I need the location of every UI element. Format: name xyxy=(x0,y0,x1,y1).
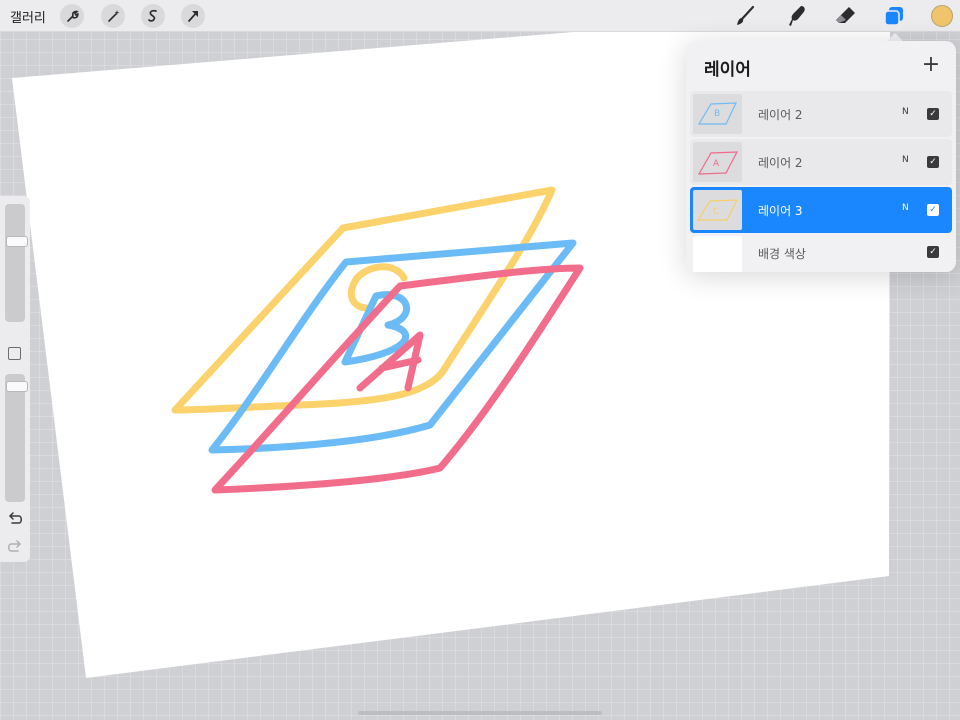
brush-size-handle[interactable] xyxy=(6,236,28,247)
layer-name: 배경 색상 xyxy=(758,247,806,261)
transform-arrow-icon[interactable] xyxy=(180,3,206,29)
layer-thumbnail: C xyxy=(693,190,742,230)
opacity-handle[interactable] xyxy=(6,381,28,392)
visibility-checkbox[interactable]: ✓ xyxy=(927,204,939,216)
visibility-checkbox[interactable]: ✓ xyxy=(927,156,939,168)
wrench-icon[interactable] xyxy=(59,3,85,29)
modify-button[interactable] xyxy=(8,347,21,360)
background-color-swatch[interactable] xyxy=(693,236,742,272)
layer-name: 레이어 2 xyxy=(758,108,803,122)
top-toolbar: 갤러리 xyxy=(0,0,960,32)
add-layer-button[interactable]: + xyxy=(920,54,942,77)
layers-panel: 레이어 + B 레이어 2 N ✓ A 레이어 2 N ✓ C 레이어 3 N … xyxy=(686,41,956,272)
visibility-checkbox[interactable]: ✓ xyxy=(927,108,939,120)
selection-icon[interactable] xyxy=(140,3,166,29)
visibility-checkbox[interactable]: ✓ xyxy=(927,246,939,258)
layer-name: 레이어 2 xyxy=(758,156,803,170)
blend-mode-button[interactable]: N xyxy=(902,155,909,165)
svg-text:C: C xyxy=(713,207,719,217)
smudge-icon[interactable] xyxy=(783,2,811,30)
brush-size-slider[interactable] xyxy=(5,204,28,322)
brush-icon[interactable] xyxy=(731,2,759,30)
blend-mode-button[interactable]: N xyxy=(902,203,909,213)
layer-thumbnail: A xyxy=(693,142,742,182)
layers-title: 레이어 xyxy=(704,60,751,80)
opacity-slider[interactable] xyxy=(5,374,28,502)
layer-row-b[interactable]: B 레이어 2 N ✓ xyxy=(690,91,952,137)
magic-wand-icon[interactable] xyxy=(100,3,126,29)
svg-text:B: B xyxy=(714,109,720,119)
gallery-button[interactable]: 갤러리 xyxy=(10,7,46,26)
layer-row-a[interactable]: A 레이어 2 N ✓ xyxy=(690,139,952,185)
layers-icon[interactable] xyxy=(880,2,908,30)
home-indicator xyxy=(358,711,602,715)
svg-text:A: A xyxy=(713,159,720,169)
eraser-icon[interactable] xyxy=(831,2,859,30)
undo-icon[interactable] xyxy=(5,510,25,528)
layer-thumbnail: B xyxy=(693,94,742,134)
redo-icon[interactable] xyxy=(5,538,25,556)
color-picker-button[interactable] xyxy=(931,5,953,27)
background-color-layer[interactable]: 배경 색상 ✓ xyxy=(690,233,952,272)
layer-row-c-selected[interactable]: C 레이어 3 N ✓ xyxy=(690,187,952,233)
layer-name: 레이어 3 xyxy=(758,204,803,218)
blend-mode-button[interactable]: N xyxy=(902,107,909,117)
left-sidebar xyxy=(0,196,30,562)
